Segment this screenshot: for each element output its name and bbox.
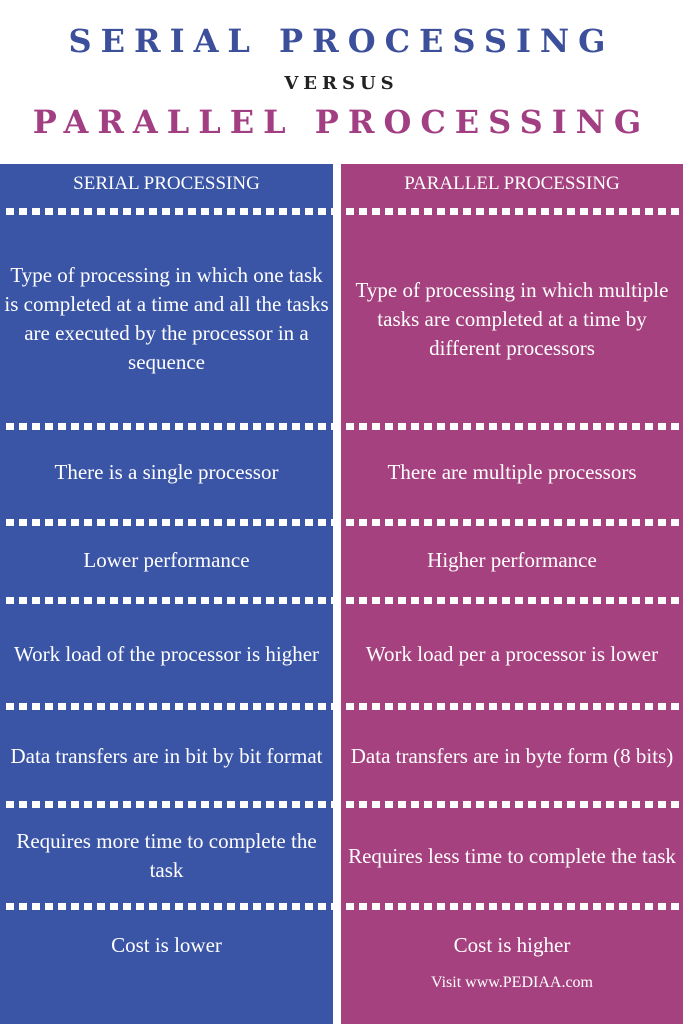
serial-cell-time: Requires more time to complete the task	[4, 812, 329, 900]
cell-text: Cost is lower	[111, 932, 222, 957]
divider	[6, 423, 333, 430]
parallel-cell-cost: Cost is higher	[345, 915, 679, 975]
serial-cell-definition: Type of processing in which one task is …	[4, 219, 329, 419]
divider	[346, 597, 683, 604]
infographic: SERIAL PROCESSING VERSUS PARALLEL PROCES…	[0, 0, 683, 1024]
cell-text: Work load per a processor is lower	[365, 641, 659, 666]
divider	[346, 801, 683, 808]
parallel-cell-data-transfer: Data transfers are in byte form (8 bits)	[345, 713, 679, 799]
title-serial-processing: SERIAL PROCESSING	[68, 22, 615, 60]
divider	[6, 801, 333, 808]
divider	[346, 208, 683, 215]
divider	[6, 519, 333, 526]
parallel-cell-performance: Higher performance	[345, 528, 679, 592]
parallel-cell-time: Requires less time to complete the task	[345, 812, 679, 900]
serial-column-header: SERIAL PROCESSING	[73, 173, 260, 194]
serial-cell-workload: Work load of the processor is higher	[4, 608, 329, 700]
cell-text: Cost is higher	[453, 932, 571, 957]
cell-text: There is a single processor	[54, 459, 279, 484]
cell-text: Higher performance	[427, 547, 597, 572]
serial-cell-processors: There is a single processor	[4, 432, 329, 512]
divider	[346, 703, 683, 710]
cell-text: Data transfers are in bit by bit format	[10, 743, 323, 768]
cell-text: There are multiple processors	[387, 459, 637, 484]
parallel-cell-processors: There are multiple processors	[345, 432, 679, 512]
title-versus: VERSUS	[284, 73, 399, 94]
divider	[346, 903, 683, 910]
serial-cell-cost: Cost is lower	[4, 915, 329, 975]
cell-text: Work load of the processor is higher	[13, 641, 320, 666]
divider	[346, 519, 683, 526]
parallel-cell-definition: Type of processing in which multiple tas…	[345, 219, 679, 419]
cell-text: Requires less time to complete the task	[348, 843, 676, 868]
serial-cell-performance: Lower performance	[4, 528, 329, 592]
serial-cell-data-transfer: Data transfers are in bit by bit format	[4, 713, 329, 799]
source-credit: Visit www.PEDIAA.com	[431, 974, 593, 991]
cell-text: Type of processing in which one task is …	[4, 263, 329, 374]
cell-text: Requires more time to complete the task	[16, 829, 317, 882]
divider	[6, 597, 333, 604]
cell-text: Type of processing in which multiple tas…	[355, 277, 669, 360]
divider	[6, 903, 333, 910]
parallel-cell-workload: Work load per a processor is lower	[345, 608, 679, 700]
divider	[6, 208, 333, 215]
cell-text: Data transfers are in byte form (8 bits)	[350, 743, 674, 768]
divider	[6, 703, 333, 710]
cell-text: Lower performance	[83, 547, 250, 572]
divider	[346, 423, 683, 430]
title-parallel-processing: PARALLEL PROCESSING	[32, 103, 651, 141]
parallel-column-header: PARALLEL PROCESSING	[404, 173, 620, 194]
